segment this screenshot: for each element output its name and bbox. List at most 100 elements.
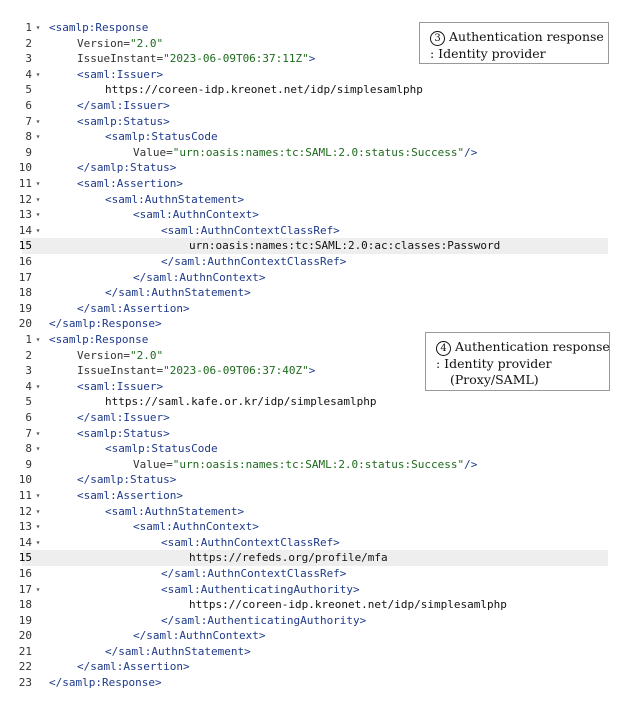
code-token-tag: </samlp:Status> [77,161,177,175]
code-line: 16 </saml:AuthnContextClassRef> [0,566,627,582]
fold-toggle-icon[interactable]: ▾ [32,504,44,520]
code-line: 23 </samlp:Response> [0,675,627,691]
line-gutter: 11 ▾ [0,176,46,192]
code-token-tag: <samlp:Status> [77,114,170,128]
code-line: 14 ▾ <saml:AuthnContextClassRef> [0,535,627,551]
line-number: 18 [18,286,32,300]
code-line-highlighted: 15 https://refeds.org/profile/mfa [19,550,608,566]
code-text: <saml:Issuer> [49,67,163,83]
line-gutter: 1 ▾ [0,332,46,348]
fold-toggle-icon[interactable]: ▾ [32,192,44,208]
code-text: </saml:Issuer> [49,98,170,114]
code-token-tag: <saml:AuthnContextClassRef> [161,223,340,237]
circled-number-4: 4 [436,341,451,356]
fold-toggle-icon[interactable]: ▾ [32,67,44,83]
fold-toggle-icon[interactable]: ▾ [32,441,44,457]
code-token-tag: </saml:AuthnContextClassRef> [161,566,347,580]
annotation-subtitle: : Identity provider [430,46,546,61]
code-line: 11 ▾ <saml:Assertion> [0,488,627,504]
line-gutter: 18 [0,597,46,613]
code-token-tag: </samlp:Status> [77,473,177,487]
line-gutter: 3 [0,363,46,379]
fold-toggle-icon[interactable]: ▾ [32,20,44,36]
fold-toggle-icon[interactable]: ▾ [32,207,44,223]
line-number: 14 [18,535,32,549]
fold-toggle-icon[interactable]: ▾ [32,176,44,192]
line-number: 1 [25,333,32,346]
code-text: <saml:AuthnContextClassRef> [49,223,340,239]
code-line: 18 https://coreen-idp.kreonet.net/idp/sim… [0,597,627,613]
code-line: 7 ▾ <samlp:Status> [0,426,627,442]
line-number: 3 [25,52,32,66]
code-token-tag: </saml:Assertion> [77,301,190,315]
code-token-tag: </saml:Assertion> [77,660,190,674]
fold-toggle-icon[interactable]: ▾ [32,535,44,551]
code-text: </saml:AuthnContext> [49,270,265,286]
code-token-tag: </saml:Issuer> [77,98,170,112]
code-line: 9 Value="urn:oasis:names:tc:SAML:2.0:stat… [0,457,627,473]
code-line: 18 </saml:AuthnStatement> [0,285,627,301]
fold-toggle-icon[interactable]: ▾ [32,332,44,348]
code-text: <saml:AuthnStatement> [49,504,244,520]
code-text: https://coreen-idp.kreonet.net/idp/simpl… [49,597,507,613]
line-number: 7 [25,114,32,128]
code-line: 9 Value="urn:oasis:names:tc:SAML:2.0:stat… [0,145,627,161]
code-line: 13 ▾ <saml:AuthnContext> [0,519,627,535]
code-line: 6 </saml:Issuer> [0,98,627,114]
line-gutter: 18 [0,285,46,301]
code-text: <samlp:Status> [49,114,170,130]
line-number: 16 [18,566,32,580]
line-number: 9 [25,457,32,471]
code-text: </samlp:Response> [49,675,162,691]
fold-toggle-icon[interactable]: ▾ [32,223,44,239]
line-number: 16 [18,254,32,268]
code-text: </saml:Assertion> [49,301,190,317]
line-gutter: 2 [0,348,46,364]
fold-toggle-icon[interactable]: ▾ [32,426,44,442]
fold-toggle-icon[interactable]: ▾ [32,519,44,535]
code-text: <samlp:Response [49,20,148,36]
code-token-tag: /> [464,457,478,471]
code-line: 22 </saml:Assertion> [0,659,627,675]
code-token-tag: <saml:Issuer> [77,379,164,393]
line-number: 8 [25,442,32,456]
fold-toggle-icon[interactable]: ▾ [32,488,44,504]
code-token-tag: <saml:Assertion> [77,488,183,502]
fold-toggle-icon[interactable]: ▾ [32,129,44,145]
code-text: </saml:AuthnStatement> [49,644,251,660]
line-gutter: 14 ▾ [0,535,46,551]
code-token-str: "2.0" [129,36,164,50]
annotation-detail: (Proxy/SAML) [450,372,539,387]
line-gutter: 21 [0,644,46,660]
code-text: <saml:Assertion> [49,176,183,192]
code-token-tag: </samlp:Response> [49,317,162,331]
line-gutter: 15 [0,550,46,566]
fold-toggle-icon[interactable]: ▾ [32,114,44,130]
fold-toggle-icon[interactable]: ▾ [32,379,44,395]
code-line: 10 </samlp:Status> [0,472,627,488]
line-gutter: 1 ▾ [0,20,46,36]
line-gutter: 15 [0,238,46,254]
line-gutter: 23 [0,675,46,691]
code-token-attr: Value= [133,457,173,471]
annotation-title: Authentication response [455,339,610,354]
code-text: Value="urn:oasis:names:tc:SAML:2.0:statu… [49,457,477,473]
code-line: 5 https://coreen-idp.kreonet.net/idp/simp… [0,82,627,98]
line-gutter: 14 ▾ [0,223,46,239]
line-gutter: 8 ▾ [0,129,46,145]
line-number: 1 [25,21,32,34]
line-gutter: 7 ▾ [0,114,46,130]
code-token-tag: <samlp:Response [49,333,149,346]
code-token-str: "2.0" [129,348,164,362]
fold-toggle-icon[interactable]: ▾ [32,582,44,598]
code-text: </saml:AuthnStatement> [49,285,251,301]
code-token-tag: <samlp:StatusCode [105,442,218,456]
line-gutter: 10 [0,160,46,176]
code-text: <saml:Assertion> [49,488,183,504]
code-token-txt: https://saml.kafe.or.kr/idp/simplesamlph… [105,395,377,409]
line-gutter: 5 [0,82,46,98]
line-number: 11 [18,176,32,190]
line-number: 23 [18,676,32,690]
code-token-attr: Version= [77,348,130,362]
code-line: 20 </samlp:Response> [0,316,627,332]
